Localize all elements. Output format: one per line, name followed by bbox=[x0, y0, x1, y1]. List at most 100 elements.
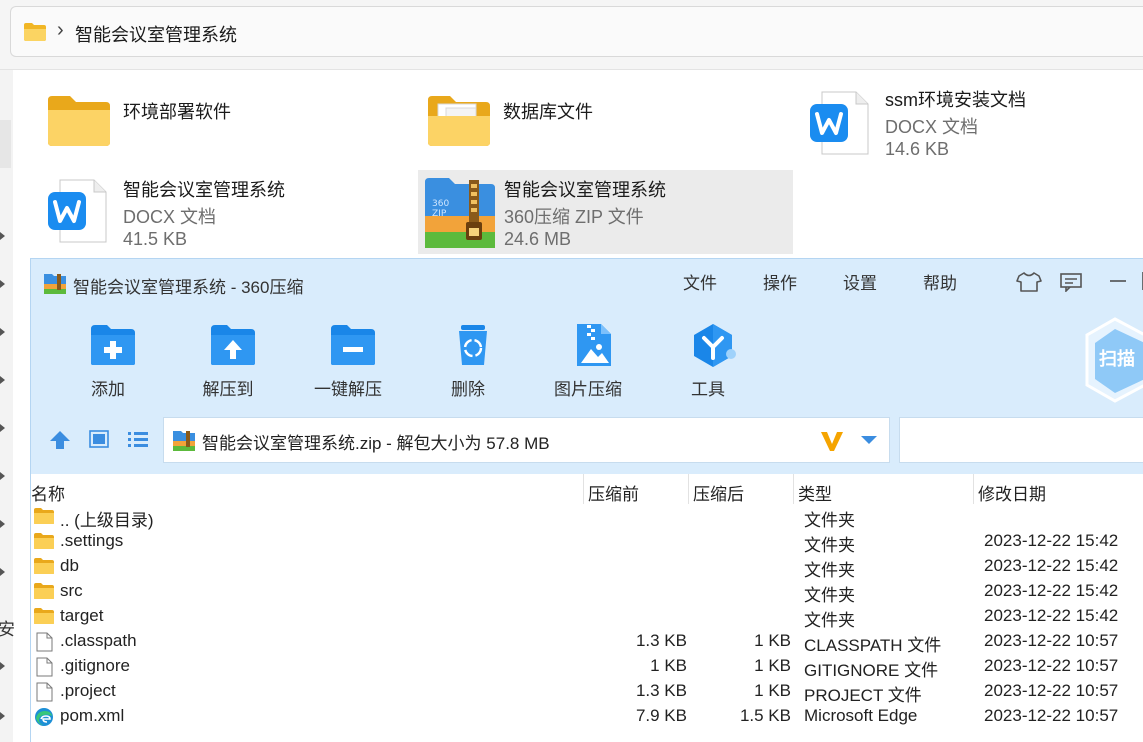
archive-path-text: 智能会议室管理系统.zip - 解包大小为 57.8 MB bbox=[202, 434, 550, 453]
delete-button[interactable]: 删除 bbox=[423, 323, 513, 403]
skin-tshirt-icon[interactable] bbox=[1016, 271, 1042, 293]
column-header-name[interactable]: 名称 bbox=[31, 480, 65, 505]
expand-arrow-icon[interactable] bbox=[0, 424, 8, 434]
address-bar[interactable]: › 智能会议室管理系统 bbox=[10, 6, 1143, 57]
item-date: 2023-12-22 10:57 bbox=[984, 656, 1119, 675]
menu-operate[interactable]: 操作 bbox=[763, 269, 797, 294]
nav-item-label[interactable]: 安 bbox=[0, 615, 15, 640]
breadcrumb-item[interactable]: 智能会议室管理系统 bbox=[75, 21, 237, 47]
list-item[interactable]: .. (上级目录) 文件夹 bbox=[31, 504, 1143, 530]
one-click-extract-button[interactable]: 一键解压 bbox=[303, 323, 393, 403]
dropdown-arrow-icon[interactable] bbox=[860, 435, 878, 445]
up-arrow-icon[interactable] bbox=[49, 430, 71, 450]
file-name: 数据库文件 bbox=[503, 102, 593, 122]
item-name: .project bbox=[60, 681, 116, 700]
one-click-extract-label: 一键解压 bbox=[314, 380, 382, 399]
expand-arrow-icon[interactable] bbox=[0, 328, 8, 338]
360zip-app-icon bbox=[44, 274, 66, 294]
file-type: DOCX 文档 bbox=[885, 117, 979, 137]
edge-icon bbox=[33, 707, 55, 732]
menu-settings[interactable]: 设置 bbox=[843, 269, 877, 294]
item-date: 2023-12-22 10:57 bbox=[984, 681, 1119, 700]
expand-arrow-icon[interactable] bbox=[0, 520, 8, 530]
column-divider[interactable] bbox=[973, 474, 974, 504]
column-header-date[interactable]: 修改日期 bbox=[978, 480, 1046, 505]
file-tile-docx[interactable]: 智能会议室管理系统 DOCX 文档 41.5 KB bbox=[40, 170, 400, 252]
expand-arrow-icon[interactable] bbox=[0, 232, 8, 242]
folder-icon bbox=[33, 507, 55, 530]
zip-window: 智能会议室管理系统 - 360压缩 文件 操作 设置 帮助 添加 解压到 一键解… bbox=[30, 258, 1143, 742]
screen: { "explorer": { "breadcrumb": "智能会议室管理系统… bbox=[0, 0, 1143, 742]
file-tile-docx[interactable]: ssm环境安装文档 DOCX 文档 14.6 KB bbox=[800, 82, 1143, 164]
expand-arrow-icon[interactable] bbox=[0, 568, 8, 578]
scan-button[interactable]: 扫描 bbox=[1085, 317, 1143, 403]
expand-arrow-icon[interactable] bbox=[0, 662, 8, 672]
file-tile-folder[interactable]: 数据库文件 bbox=[420, 88, 790, 170]
add-folder-icon bbox=[91, 325, 135, 365]
item-date: 2023-12-22 10:57 bbox=[984, 631, 1119, 650]
item-size-after: 1 KB bbox=[754, 631, 791, 650]
list-item[interactable]: .settings 文件夹 2023-12-22 15:42 bbox=[31, 529, 1143, 555]
path-bar: 智能会议室管理系统.zip - 解包大小为 57.8 MB bbox=[31, 417, 1143, 467]
list-item[interactable]: src 文件夹 2023-12-22 15:42 bbox=[31, 579, 1143, 605]
tools-label: 工具 bbox=[691, 380, 725, 399]
expand-arrow-icon[interactable] bbox=[0, 280, 8, 290]
archive-path-field[interactable]: 智能会议室管理系统.zip - 解包大小为 57.8 MB bbox=[163, 417, 890, 463]
wps-docx-icon bbox=[48, 179, 107, 243]
navigation-pane: 安 bbox=[0, 70, 15, 742]
list-view-icon[interactable] bbox=[127, 430, 149, 448]
360zip-archive-icon bbox=[173, 431, 195, 451]
folder-with-docs-icon bbox=[428, 96, 490, 146]
file-tile-folder[interactable]: 环境部署软件 bbox=[40, 88, 400, 170]
extract-to-label: 解压到 bbox=[202, 380, 254, 399]
file-tile-zip[interactable]: 360 ZIP 智能会议室管理系统 360压缩 ZIP 文件 24.6 MB bbox=[418, 170, 793, 254]
thumbnail-view-icon[interactable] bbox=[89, 430, 109, 448]
list-item[interactable]: db 文件夹 2023-12-22 15:42 bbox=[31, 554, 1143, 580]
file-name: 智能会议室管理系统 bbox=[123, 180, 285, 200]
list-header: 名称 压缩前 压缩后 类型 修改日期 bbox=[31, 474, 1143, 504]
minimize-icon[interactable] bbox=[1109, 279, 1127, 283]
list-item[interactable]: .classpath 1.3 KB 1 KB CLASSPATH 文件 2023-12-… bbox=[31, 629, 1143, 655]
column-divider[interactable] bbox=[688, 474, 689, 504]
column-header-after[interactable]: 压缩后 bbox=[693, 480, 744, 505]
image-compress-icon bbox=[577, 324, 611, 366]
add-label: 添加 bbox=[91, 380, 125, 399]
column-header-type[interactable]: 类型 bbox=[798, 480, 832, 505]
list-item[interactable]: pom.xml 7.9 KB 1.5 KB Microsoft Edge 2023-12… bbox=[31, 704, 1143, 729]
file-name: 环境部署软件 bbox=[123, 102, 231, 122]
list-item[interactable]: target 文件夹 2023-12-22 15:42 bbox=[31, 604, 1143, 630]
v-logo-icon[interactable] bbox=[820, 430, 844, 452]
add-button[interactable]: 添加 bbox=[63, 323, 153, 403]
file-size: 41.5 KB bbox=[123, 229, 188, 249]
recycle-bin-icon bbox=[459, 325, 487, 365]
column-divider[interactable] bbox=[583, 474, 584, 504]
image-compress-button[interactable]: 图片压缩 bbox=[543, 323, 633, 403]
item-name: .settings bbox=[60, 531, 124, 550]
item-type: 文件夹 bbox=[804, 511, 855, 530]
wps-docx-icon bbox=[810, 91, 869, 155]
item-size-before: 1 KB bbox=[650, 656, 687, 675]
feedback-icon[interactable] bbox=[1059, 272, 1083, 292]
item-name: target bbox=[60, 606, 104, 625]
search-input[interactable] bbox=[899, 417, 1143, 463]
column-header-before[interactable]: 压缩前 bbox=[588, 480, 639, 505]
item-name: db bbox=[60, 556, 79, 575]
menu-help[interactable]: 帮助 bbox=[923, 269, 957, 294]
folder-icon bbox=[24, 23, 46, 41]
menu-file[interactable]: 文件 bbox=[683, 269, 717, 294]
explorer-header: › 智能会议室管理系统 bbox=[0, 0, 1143, 70]
tools-hexagon-icon bbox=[694, 324, 736, 367]
image-compress-label: 图片压缩 bbox=[554, 380, 622, 399]
item-name: pom.xml bbox=[60, 706, 125, 725]
expand-arrow-icon[interactable] bbox=[0, 376, 8, 386]
extract-to-button[interactable]: 解压到 bbox=[183, 323, 273, 403]
list-item[interactable]: .project 1.3 KB 1 KB PROJECT 文件 2023-12-22 1… bbox=[31, 679, 1143, 705]
item-type: 文件夹 bbox=[804, 611, 855, 630]
item-date: 2023-12-22 15:42 bbox=[984, 556, 1119, 575]
tools-button[interactable]: 工具 bbox=[663, 323, 753, 403]
expand-arrow-icon[interactable] bbox=[0, 472, 8, 482]
column-divider[interactable] bbox=[793, 474, 794, 504]
expand-arrow-icon[interactable] bbox=[0, 712, 8, 722]
item-type: PROJECT 文件 bbox=[804, 686, 922, 705]
list-item[interactable]: .gitignore 1 KB 1 KB GITIGNORE 文件 2023-12-22… bbox=[31, 654, 1143, 680]
